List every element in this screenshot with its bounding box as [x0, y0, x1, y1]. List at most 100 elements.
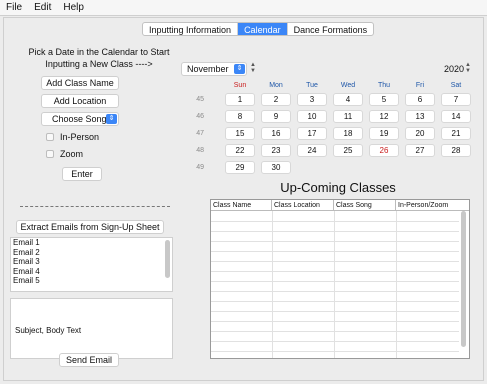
in-person-checkbox[interactable]: In-Person [46, 132, 99, 142]
month-label: November [187, 64, 229, 74]
table-row-line [211, 251, 459, 252]
calendar-day[interactable]: 2 [261, 93, 291, 106]
app-window: Inputting Information Calendar Dance For… [3, 17, 484, 381]
calendar-day[interactable]: 5 [369, 93, 399, 106]
week-number: 47 [196, 130, 204, 137]
weekday-header: Fri [415, 82, 425, 89]
menu-file[interactable]: File [6, 2, 22, 13]
column-header-class-song[interactable]: Class Song [334, 200, 396, 211]
extract-emails-button[interactable]: Extract Emails from Sign-Up Sheet [16, 220, 164, 234]
month-select[interactable]: November ⇕ [181, 62, 247, 76]
week-number: 49 [196, 164, 204, 171]
zoom-label: Zoom [60, 149, 84, 159]
calendar-day[interactable]: 23 [261, 144, 291, 157]
table-row-line [211, 301, 459, 302]
calendar-day[interactable]: 22 [225, 144, 255, 157]
table-scrollbar[interactable] [461, 211, 466, 347]
chevron-updown-icon: ⇕ [106, 114, 117, 124]
week-number: 45 [196, 96, 204, 103]
calendar-day[interactable]: 14 [441, 110, 471, 123]
list-item[interactable]: Email 5 [11, 276, 172, 286]
column-header-class-name[interactable]: Class Name [211, 200, 272, 211]
checkbox-box [46, 150, 54, 158]
upcoming-classes-table[interactable]: Class Name Class Location Class Song In-… [210, 199, 470, 359]
message-text: Subject, Body Text [15, 326, 82, 335]
calendar-day[interactable]: 16 [261, 127, 291, 140]
calendar-day[interactable]: 25 [333, 144, 363, 157]
add-class-name-button[interactable]: Add Class Name [41, 76, 119, 90]
instructions-line-2: Inputting a New Class ----> [45, 59, 153, 69]
weekday-header: Wed [340, 82, 356, 89]
calendar-day[interactable]: 29 [225, 161, 255, 174]
column-header-in-person-zoom[interactable]: In-Person/Zoom [396, 200, 469, 211]
calendar-day[interactable]: 27 [405, 144, 435, 157]
tab-bar: Inputting Information Calendar Dance For… [142, 22, 375, 36]
weekday-header: Tue [306, 82, 318, 89]
year-field[interactable]: 2020 [444, 64, 464, 74]
in-person-label: In-Person [60, 132, 100, 142]
calendar-day[interactable]: 26 [369, 144, 399, 157]
calendar-day[interactable]: 30 [261, 161, 291, 174]
calendar-day[interactable]: 10 [297, 110, 327, 123]
zoom-checkbox[interactable]: Zoom [46, 149, 83, 159]
calendar-day[interactable]: 21 [441, 127, 471, 140]
table-row-line [211, 331, 459, 332]
chevron-updown-icon: ⇕ [234, 64, 245, 74]
calendar-day[interactable]: 18 [333, 127, 363, 140]
calendar-day[interactable]: 9 [261, 110, 291, 123]
choose-song-select[interactable]: Choose Song ⇕ [41, 112, 119, 126]
instructions-text: Pick a Date in the Calendar to Start Inp… [24, 46, 174, 70]
table-row-line [211, 291, 459, 292]
menu-bar: File Edit Help [0, 0, 487, 16]
table-row-line [211, 261, 459, 262]
add-location-button[interactable]: Add Location [41, 94, 119, 108]
table-row-line [211, 221, 459, 222]
tab-dance-formations[interactable]: Dance Formations [288, 23, 374, 35]
weekday-header: Mon [269, 82, 283, 89]
calendar-day[interactable]: 15 [225, 127, 255, 140]
calendar-day[interactable]: 24 [297, 144, 327, 157]
email-list[interactable]: Email 1 Email 2 Email 3 Email 4 Email 5 [10, 237, 173, 292]
email-list-scrollbar[interactable] [165, 240, 170, 278]
instructions-line-1: Pick a Date in the Calendar to Start [28, 47, 170, 57]
weekday-header: Thu [377, 82, 391, 89]
menu-help[interactable]: Help [63, 2, 84, 13]
week-number: 46 [196, 113, 204, 120]
table-row-line [211, 231, 459, 232]
list-item[interactable]: Email 1 [11, 238, 172, 248]
calendar-day[interactable]: 17 [297, 127, 327, 140]
week-number: 48 [196, 147, 204, 154]
menu-edit[interactable]: Edit [34, 2, 51, 13]
table-row-line [211, 271, 459, 272]
table-column-line [272, 211, 273, 358]
list-item[interactable]: Email 3 [11, 257, 172, 267]
calendar-day[interactable]: 1 [225, 93, 255, 106]
calendar-day[interactable]: 19 [369, 127, 399, 140]
calendar-day[interactable]: 4 [333, 93, 363, 106]
column-header-class-location[interactable]: Class Location [272, 200, 334, 211]
calendar-day[interactable]: 12 [369, 110, 399, 123]
choose-song-label: Choose Song [52, 114, 107, 124]
tab-calendar[interactable]: Calendar [238, 23, 288, 35]
calendar-day[interactable]: 3 [297, 93, 327, 106]
send-email-button[interactable]: Send Email [59, 353, 119, 367]
calendar-day[interactable]: 13 [405, 110, 435, 123]
calendar-day[interactable]: 20 [405, 127, 435, 140]
enter-button[interactable]: Enter [62, 167, 102, 181]
list-item[interactable]: Email 2 [11, 248, 172, 258]
message-textarea[interactable]: Subject, Body Text [10, 298, 173, 359]
divider [20, 206, 170, 207]
tab-inputting-information[interactable]: Inputting Information [143, 23, 239, 35]
calendar-day[interactable]: 7 [441, 93, 471, 106]
upcoming-classes-title: Up-Coming Classes [280, 180, 396, 195]
calendar-day[interactable]: 8 [225, 110, 255, 123]
month-stepper-icon[interactable]: ▲ ▼ [250, 62, 256, 74]
table-row-line [211, 281, 459, 282]
year-stepper-icon[interactable]: ▲ ▼ [465, 62, 471, 74]
calendar-day[interactable]: 11 [333, 110, 363, 123]
checkbox-box [46, 133, 54, 141]
calendar-day[interactable]: 6 [405, 93, 435, 106]
calendar-day[interactable]: 28 [441, 144, 471, 157]
list-item[interactable]: Email 4 [11, 267, 172, 277]
table-row-line [211, 321, 459, 322]
